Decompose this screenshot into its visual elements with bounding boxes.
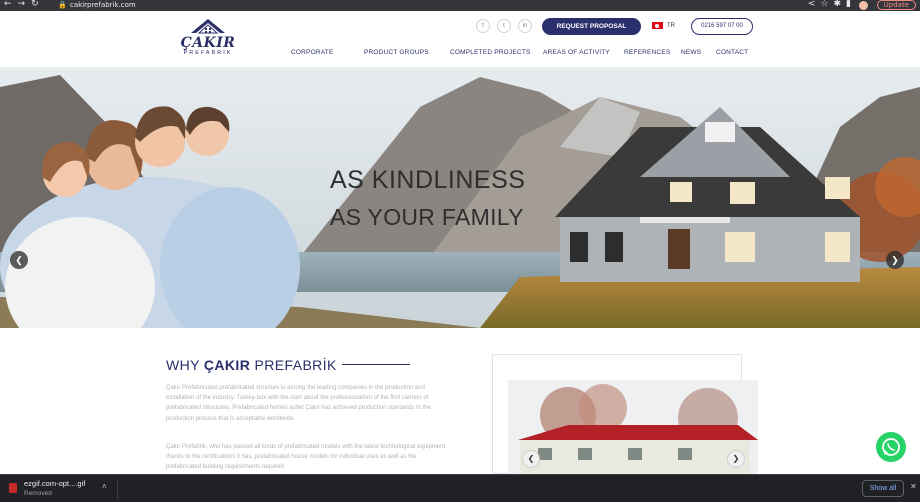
site-header: ÇAKIR PREFABRİK f t in REQUEST PROPOSAL … (0, 11, 920, 67)
browser-extension-icons[interactable]: <☆✱▮ (808, 0, 856, 9)
hero-prev-button[interactable]: ❮ (10, 251, 28, 269)
gallery-next-button[interactable]: ❯ (727, 450, 745, 468)
hero-slider: AS KINDLINESS AS YOUR FAMILY ❮ ❯ (0, 67, 920, 328)
language-selector[interactable]: TR (652, 22, 675, 29)
about-title: WHY ÇAKIR PREFABRİK (166, 357, 337, 373)
gallery-image (508, 380, 758, 475)
nav-product-groups[interactable]: PRODUCT GROUPS (364, 49, 429, 56)
prefab-house-image (508, 380, 758, 475)
twitter-icon[interactable]: t (497, 19, 511, 33)
hero-next-button[interactable]: ❯ (886, 251, 904, 269)
about-title-divider (342, 364, 410, 365)
about-paragraph-2: Çakır Prefabrik, who has passed all kind… (166, 444, 446, 471)
request-proposal-button[interactable]: REQUEST PROPOSAL (542, 18, 641, 35)
download-bar: ezgif.com-opt....gif Removed ˄ Show all … (0, 474, 920, 502)
show-all-button[interactable]: Show all (862, 480, 904, 497)
nav-corporate[interactable]: CORPORATE (291, 49, 334, 56)
logo-brand-text: ÇAKIR (180, 35, 236, 51)
house-logo-icon (191, 19, 225, 34)
nav-news[interactable]: NEWS (681, 49, 701, 56)
nav-completed-projects[interactable]: COMPLETED PROJECTS (450, 49, 531, 56)
site-logo[interactable]: ÇAKIR PREFABRİK (172, 17, 244, 67)
about-title-suffix: PREFABRİK (250, 357, 337, 373)
turkey-flag-icon (652, 22, 663, 29)
whatsapp-button[interactable] (876, 432, 906, 462)
about-title-bold: ÇAKIR (203, 357, 251, 373)
hero-headline-2: AS YOUR FAMILY (330, 204, 524, 230)
nav-areas-of-activity[interactable]: AREAS OF ACTIVITY (543, 49, 610, 56)
phone-button[interactable]: 0216 597 07 00 (691, 18, 753, 35)
chevron-up-icon[interactable]: ˄ (102, 482, 107, 491)
lock-icon[interactable]: 🔒 (58, 1, 67, 9)
update-button[interactable]: Update (876, 0, 916, 10)
about-title-prefix: WHY (166, 357, 204, 373)
hero-background-image (0, 67, 920, 328)
profile-avatar[interactable] (859, 1, 868, 10)
facebook-icon[interactable]: f (476, 19, 490, 33)
language-label: TR (667, 23, 675, 30)
nav-contact[interactable]: CONTACT (716, 49, 748, 56)
browser-nav-buttons[interactable]: ←→↻ (4, 0, 45, 9)
browser-toolbar: ←→↻ 🔒 cakirprefabrik.com <☆✱▮ Update (0, 0, 920, 11)
download-status: Removed (24, 490, 52, 497)
nav-references[interactable]: REFERENCES (624, 49, 670, 56)
whatsapp-icon (882, 438, 900, 456)
download-divider (117, 479, 118, 499)
download-file-name[interactable]: ezgif.com-opt....gif (24, 479, 85, 488)
gif-file-icon (9, 483, 17, 493)
gallery-prev-button[interactable]: ❮ (522, 450, 540, 468)
close-icon[interactable]: ✕ (910, 482, 917, 491)
about-paragraph-1: Çakır Prefabricated prefabricated struct… (166, 385, 431, 422)
linkedin-icon[interactable]: in (518, 19, 532, 33)
address-bar[interactable]: cakirprefabrik.com (70, 1, 136, 9)
hero-headline-1: AS KINDLINESS (330, 166, 526, 194)
